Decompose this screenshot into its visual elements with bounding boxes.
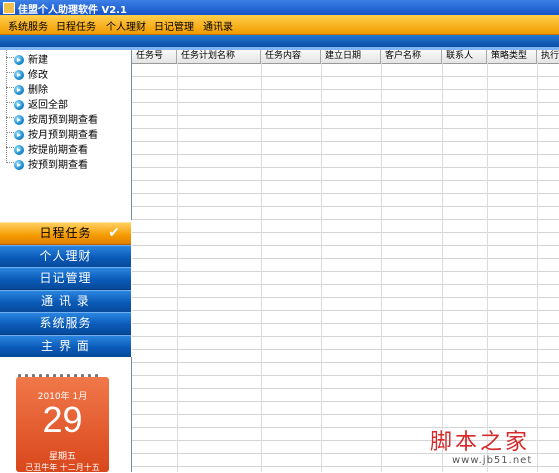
table-row[interactable] bbox=[132, 363, 559, 376]
table-row[interactable] bbox=[132, 376, 559, 389]
table-row[interactable] bbox=[132, 311, 559, 324]
calendar-weekday: 星期五 bbox=[48, 452, 76, 462]
tree-branch bbox=[6, 87, 14, 88]
tree-item-by-month[interactable]: 按月预到期查看 bbox=[14, 126, 98, 141]
table-row[interactable] bbox=[132, 402, 559, 415]
nav-schedule-button[interactable]: 日程任务 ✔ bbox=[0, 222, 131, 245]
table-row[interactable] bbox=[132, 272, 559, 285]
arrow-bullet-icon bbox=[14, 70, 24, 80]
table-row[interactable] bbox=[132, 168, 559, 181]
tree-branch bbox=[6, 162, 14, 163]
table-row[interactable] bbox=[132, 64, 559, 77]
tree-item-edit[interactable]: 修改 bbox=[14, 66, 48, 81]
arrow-bullet-icon bbox=[14, 160, 24, 170]
table-row[interactable] bbox=[132, 129, 559, 142]
menu-finance[interactable]: 个人理财 bbox=[106, 18, 146, 33]
column-divider bbox=[177, 63, 178, 472]
table-row[interactable] bbox=[132, 142, 559, 155]
tree-branch bbox=[6, 117, 14, 118]
watermark-logo: 脚本之家 bbox=[430, 430, 531, 455]
menu-diary[interactable]: 日记管理 bbox=[154, 18, 194, 33]
table-row[interactable] bbox=[132, 116, 559, 129]
table-row[interactable] bbox=[132, 194, 559, 207]
window-title: 佳盟个人助理软件 V2.1 bbox=[18, 5, 127, 16]
tree-item-show-all[interactable]: 返回全部 bbox=[14, 96, 68, 111]
nav-home-button[interactable]: 主 界 面 bbox=[0, 335, 131, 358]
column-header-task-id[interactable]: 任务号 bbox=[132, 50, 177, 63]
column-divider bbox=[261, 63, 262, 472]
table-row[interactable] bbox=[132, 389, 559, 402]
tree-item-delete[interactable]: 删除 bbox=[14, 81, 48, 96]
tree-item-new[interactable]: 新建 bbox=[14, 51, 48, 66]
table-row[interactable] bbox=[132, 207, 559, 220]
nav-contacts-button[interactable]: 通 讯 录 bbox=[0, 290, 131, 313]
arrow-bullet-icon bbox=[14, 85, 24, 95]
toolbar-strip bbox=[0, 35, 559, 47]
menu-contacts[interactable]: 通讯录 bbox=[203, 18, 233, 33]
column-header-execute[interactable]: 执行 bbox=[537, 50, 559, 63]
table-row[interactable] bbox=[132, 259, 559, 272]
table-row[interactable] bbox=[132, 324, 559, 337]
column-header-task-content[interactable]: 任务内容 bbox=[261, 50, 321, 63]
column-divider bbox=[381, 63, 382, 472]
table-row[interactable] bbox=[132, 155, 559, 168]
column-header-contact[interactable]: 联系人 bbox=[442, 50, 487, 63]
calendar-day: 29 bbox=[42, 399, 83, 440]
nav-system-button[interactable]: 系统服务 bbox=[0, 312, 131, 335]
tree-item-by-lead[interactable]: 按提前期查看 bbox=[14, 141, 88, 156]
action-tree: 新建 修改 删除 返回全部 按周预到期查看 按月预到期查看 按提前期查看 按预到… bbox=[0, 50, 132, 220]
tree-branch bbox=[6, 102, 14, 103]
column-divider bbox=[442, 63, 443, 472]
menu-bar: 系统服务 日程任务 个人理财 日记管理 通讯录 bbox=[0, 15, 559, 35]
column-header-strategy-type[interactable]: 策略类型 bbox=[487, 50, 537, 63]
tree-branch bbox=[6, 72, 14, 73]
task-grid[interactable]: 任务号 任务计划名称 任务内容 建立日期 客户名称 联系人 策略类型 执行 bbox=[132, 50, 559, 472]
table-row[interactable] bbox=[132, 298, 559, 311]
column-header-task-name[interactable]: 任务计划名称 bbox=[177, 50, 261, 63]
table-row[interactable] bbox=[132, 233, 559, 246]
menu-schedule[interactable]: 日程任务 bbox=[56, 18, 96, 33]
arrow-bullet-icon bbox=[14, 55, 24, 65]
column-divider bbox=[537, 63, 538, 472]
tree-branch bbox=[6, 57, 14, 58]
title-bar: 佳盟个人助理软件 V2.1 bbox=[0, 0, 559, 16]
arrow-bullet-icon bbox=[14, 130, 24, 140]
calendar-lunar-date: 己丑牛年 十二月十五 bbox=[25, 463, 100, 472]
table-row[interactable] bbox=[132, 337, 559, 350]
table-row[interactable] bbox=[132, 220, 559, 233]
grid-header: 任务号 任务计划名称 任务内容 建立日期 客户名称 联系人 策略类型 执行 bbox=[132, 50, 559, 64]
tree-item-by-due[interactable]: 按预到期查看 bbox=[14, 156, 88, 171]
table-row[interactable] bbox=[132, 285, 559, 298]
nav-finance-button[interactable]: 个人理财 bbox=[0, 245, 131, 268]
table-row[interactable] bbox=[132, 246, 559, 259]
table-row[interactable] bbox=[132, 77, 559, 90]
column-divider bbox=[487, 63, 488, 472]
arrow-bullet-icon bbox=[14, 115, 24, 125]
column-header-created-date[interactable]: 建立日期 bbox=[321, 50, 381, 63]
check-icon: ✔ bbox=[108, 225, 121, 241]
nav-diary-button[interactable]: 日记管理 bbox=[0, 267, 131, 290]
arrow-bullet-icon bbox=[14, 100, 24, 110]
watermark-url: www.jb51.net bbox=[452, 455, 533, 466]
table-row[interactable] bbox=[132, 103, 559, 116]
tree-item-by-week[interactable]: 按周预到期查看 bbox=[14, 111, 98, 126]
tree-branch bbox=[6, 132, 14, 133]
arrow-bullet-icon bbox=[14, 145, 24, 155]
table-row[interactable] bbox=[132, 181, 559, 194]
tree-branch bbox=[6, 147, 14, 148]
column-header-customer[interactable]: 客户名称 bbox=[381, 50, 442, 63]
menu-system-service[interactable]: 系统服务 bbox=[8, 18, 48, 33]
calendar-widget: 2010年 1月 29 星期五 己丑牛年 十二月十五 bbox=[16, 377, 109, 472]
table-row[interactable] bbox=[132, 350, 559, 363]
app-icon bbox=[3, 2, 15, 14]
column-divider bbox=[321, 63, 322, 472]
table-row[interactable] bbox=[132, 90, 559, 103]
